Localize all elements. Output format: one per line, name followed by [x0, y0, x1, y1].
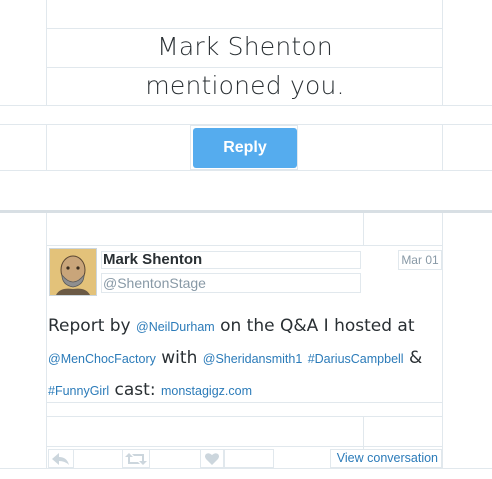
mention-title-text: mentioned you.	[145, 71, 345, 100]
card-border-left	[46, 0, 47, 106]
reply-action[interactable]	[48, 449, 74, 468]
card-bottom-line	[0, 105, 492, 106]
mention-link[interactable]: @Sheridansmith1	[203, 352, 303, 366]
reply-row-divider	[442, 124, 443, 171]
hashtag-link[interactable]: #DariusCampbell	[308, 352, 404, 366]
author-avatar[interactable]	[49, 248, 97, 296]
reply-row-divider	[46, 124, 47, 171]
card-border-right	[442, 0, 443, 106]
favorite-icon	[205, 452, 219, 465]
retweet-icon	[125, 452, 147, 465]
retweet-action[interactable]	[122, 449, 150, 468]
view-conversation-link[interactable]: View conversation	[330, 449, 442, 468]
url-link[interactable]: monstagigz.com	[161, 384, 252, 398]
tweet-actions-top-line	[46, 446, 443, 447]
mention-link[interactable]: @MenChocFactory	[48, 352, 156, 366]
author-name[interactable]: Mark Shenton	[101, 251, 361, 269]
favorite-action[interactable]	[200, 449, 224, 468]
mention-title-name: Mark Shenton	[157, 32, 333, 61]
tweet-text-segment: Report by	[48, 316, 137, 336]
card-row-line	[46, 67, 443, 68]
tweet-border-left	[46, 213, 47, 469]
card-row-line	[46, 28, 443, 29]
reply-row-bottom-line	[0, 170, 492, 171]
tweet-bottom-line	[0, 468, 492, 469]
tweet-text-segment: &	[403, 348, 423, 368]
tweet-text-segment: cast:	[109, 380, 161, 400]
section-separator	[0, 210, 492, 213]
author-handle[interactable]: @ShentonStage	[101, 273, 361, 293]
tweet-date[interactable]: Mar 01	[398, 250, 442, 270]
hashtag-link[interactable]: #FunnyGirl	[48, 384, 109, 398]
tweet-text: Report by @NeilDurham on the Q&A I hoste…	[48, 311, 448, 407]
reply-button[interactable]: Reply	[193, 128, 297, 168]
tweet-text-segment: with	[155, 348, 203, 368]
tweet-text-segment: on the Q&A I hosted at	[214, 316, 415, 336]
action-spacer-box	[224, 449, 274, 468]
tweet-header-divider	[363, 213, 364, 245]
avatar-portrait	[50, 249, 96, 295]
action-spacer	[74, 449, 122, 450]
tweet-footer-divider	[363, 416, 364, 449]
tweet-body-line	[46, 416, 443, 417]
reply-icon	[52, 452, 69, 465]
tweet-header-line	[46, 245, 443, 246]
mention-link[interactable]: @NeilDurham	[136, 320, 215, 334]
action-spacer	[150, 449, 200, 450]
